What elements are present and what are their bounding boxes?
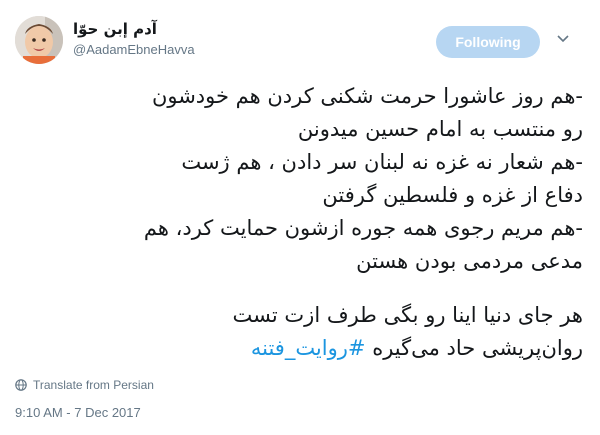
tweet-line: -هم مریم رجوی همه جوره ازشون حمایت کرد، … <box>143 216 583 240</box>
tweet-line-text: روان‌پریشی حاد می‌گیره <box>372 336 583 360</box>
avatar[interactable] <box>15 16 63 64</box>
tweet-header: آدم إبن حوّا @AadamEbneHavva Following <box>0 0 600 74</box>
tweet-line: هر جای دنیا اینا رو بگی طرف ازت تست <box>232 303 583 327</box>
tweet-text: -هم روز عاشورا حرمت شکنی کردن هم خودشون … <box>15 80 583 365</box>
tweet-line: مدعی مردمی بودن هستن <box>356 249 583 273</box>
tweet-line: -هم روز عاشورا حرمت شکنی کردن هم خودشون <box>151 84 583 108</box>
tweet-timestamp[interactable]: 9:10 AM - 7 Dec 2017 <box>15 405 141 420</box>
translate-label: Translate from Persian <box>33 378 154 392</box>
following-button[interactable]: Following <box>436 26 540 58</box>
display-name[interactable]: آدم إبن حوّا <box>73 20 157 38</box>
tweet-line: رو منتسب به امام حسین میدونن <box>297 117 583 141</box>
tweet-line: دفاع از غزه و فلسطین گرفتن <box>322 183 583 207</box>
tweet-line-with-hashtag: روان‌پریشی حاد می‌گیره #روایت_فتنه <box>15 332 583 365</box>
translate-link[interactable]: Translate from Persian <box>15 378 154 392</box>
globe-icon <box>15 379 27 391</box>
child-photo-avatar-icon <box>15 16 63 64</box>
user-handle[interactable]: @AadamEbneHavva <box>73 42 195 57</box>
hashtag-link[interactable]: #روایت_فتنه <box>251 336 366 360</box>
tweet-line: -هم شعار نه غزه نه لبنان سر دادن ، هم ژس… <box>181 150 583 174</box>
chevron-down-icon[interactable] <box>556 32 570 46</box>
